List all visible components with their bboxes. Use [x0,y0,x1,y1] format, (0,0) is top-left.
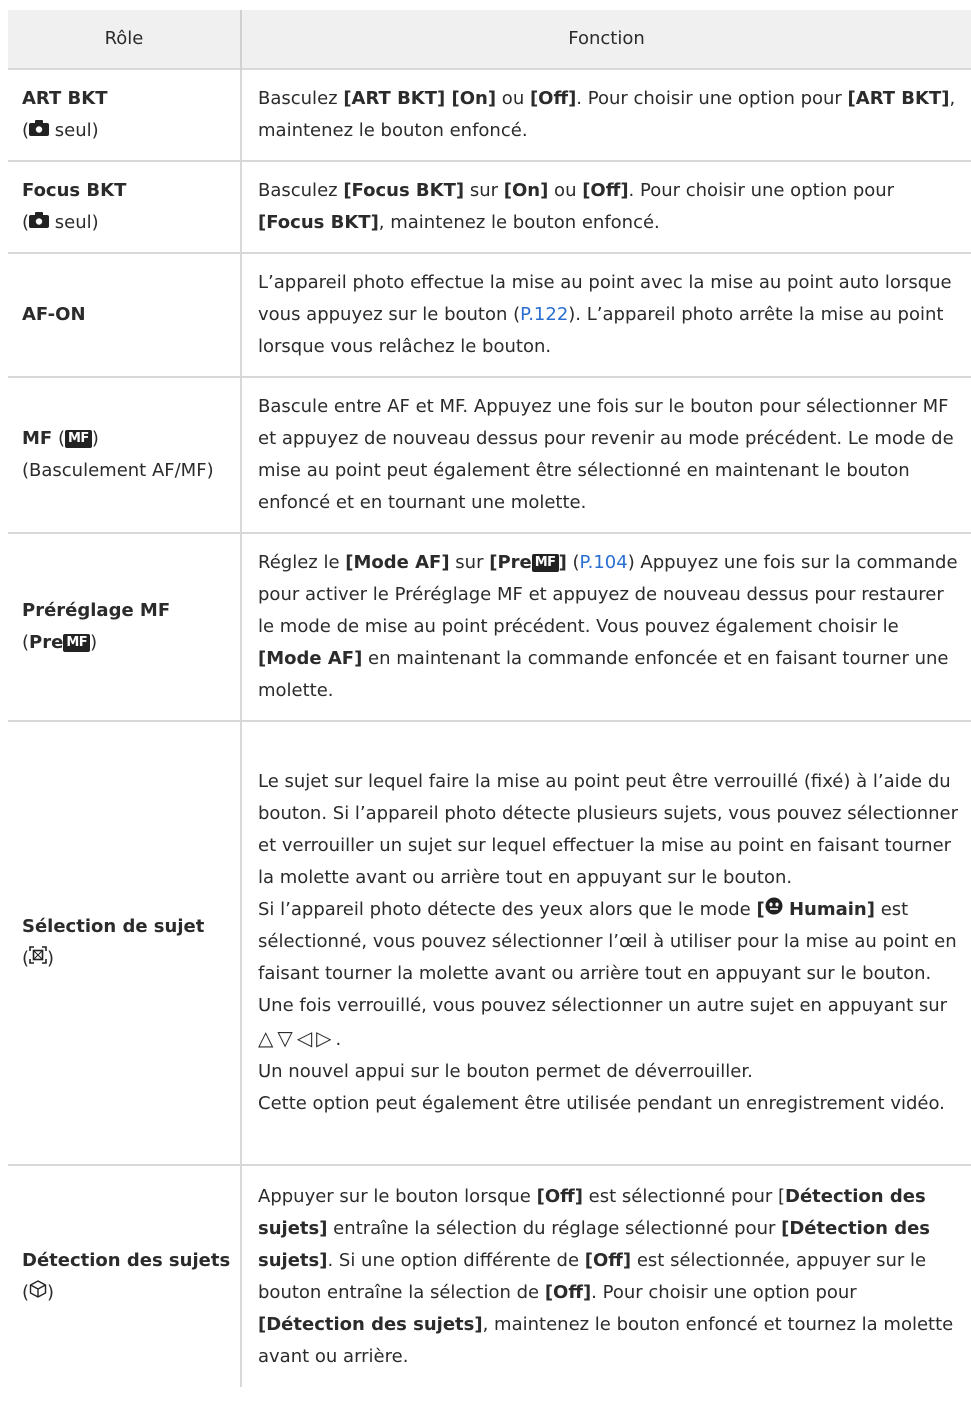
function-cell: Réglez le [Mode AF] sur [Pre MF] (P.104) … [241,532,971,721]
page-link[interactable]: P.122 [520,304,568,325]
header-role: Rôle [8,10,242,69]
role-sub: ( seul) [22,207,240,239]
role-sub: ( seul) [22,115,240,147]
table-row: AF-ON L’appareil photo effectue la mise … [8,252,971,377]
function-cell: Bascule entre AF et MF. Appuyez une fois… [241,376,971,533]
role-name: Détection des sujets [22,1249,231,1271]
table-row: Préréglage MF (Pre MF) Réglez le [Mode AF… [8,532,971,721]
role-cell: Focus BKT ( seul) [8,160,242,253]
face-icon [765,894,783,926]
subject-detect-icon [29,1277,47,1309]
table-row: MF (MF) (Basculement AF/MF) Bascule entr… [8,376,971,533]
role-sub: (Basculement AF/MF) [22,460,214,481]
role-name: Préréglage MF [22,600,171,621]
function-cell: Appuyer sur le bouton lorsque [Off] est … [241,1164,971,1387]
table-row: Sélection de sujet () Le sujet sur leque… [8,720,971,1165]
function-cell: Basculez [ART BKT] [On] ou [Off]. Pour c… [241,68,971,161]
role-name: MF [22,428,53,449]
role-name: ART BKT [22,88,108,109]
function-cell: Le sujet sur lequel faire la mise au poi… [241,720,971,1165]
camera-icon [29,207,50,239]
mf-badge-icon: MF [63,634,91,652]
role-cell: AF-ON [8,252,242,377]
subject-select-icon [29,943,47,975]
page-link[interactable]: P.104 [580,552,628,573]
role-cell: Sélection de sujet () [8,720,242,1165]
role-name-line: MF (MF) [22,428,99,449]
role-sub: () [22,1277,240,1309]
mf-badge-icon: MF [531,554,559,572]
table-row: ART BKT ( seul) Basculez [ART BKT] [On] … [8,68,971,161]
table-row: Focus BKT ( seul) Basculez [Focus BKT] s… [8,160,971,253]
role-name: AF-ON [22,304,86,325]
table-row: Détection des sujets () Appuyer sur le b… [8,1164,971,1387]
role-name: Focus BKT [22,180,127,201]
function-table: Rôle Fonction ART BKT ( seul) Basculez [… [8,10,971,1387]
function-cell: L’appareil photo effectue la mise au poi… [241,252,971,377]
table-header-row: Rôle Fonction [8,10,971,69]
role-name: Sélection de sujet [22,916,205,937]
function-cell: Basculez [Focus BKT] sur [On] ou [Off]. … [241,160,971,253]
role-cell: MF (MF) (Basculement AF/MF) [8,376,242,533]
camera-icon [29,115,50,147]
mf-badge-icon: MF [64,430,92,448]
role-cell: ART BKT ( seul) [8,68,242,161]
role-sub: (Pre MF) [22,632,98,653]
arrow-keys-icon: △▽◁▷ [258,1026,336,1050]
role-cell: Préréglage MF (Pre MF) [8,532,242,721]
header-function: Fonction [241,10,971,69]
role-sub: () [22,943,240,975]
role-cell: Détection des sujets () [8,1164,242,1387]
